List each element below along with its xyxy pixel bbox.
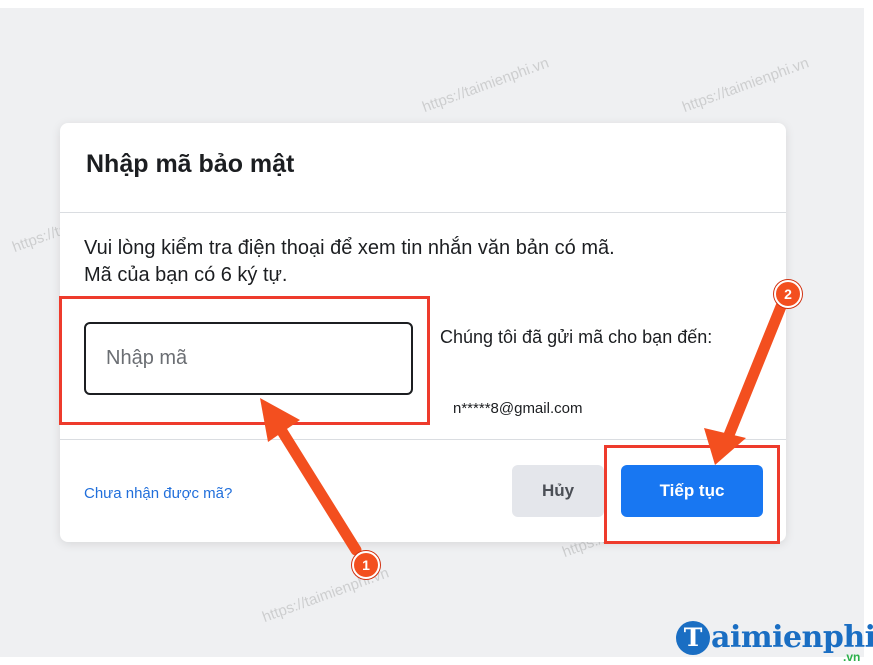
arrow-2-head [704, 428, 746, 465]
step-2-badge: 2 [774, 280, 802, 308]
arrow-2-shaft [721, 298, 788, 446]
annotation-arrows [260, 298, 788, 556]
logo-initial: T [676, 620, 710, 655]
step-1-badge: 1 [352, 551, 380, 579]
logo-suffix: .vn [843, 650, 861, 664]
arrow-1-shaft [274, 422, 362, 556]
